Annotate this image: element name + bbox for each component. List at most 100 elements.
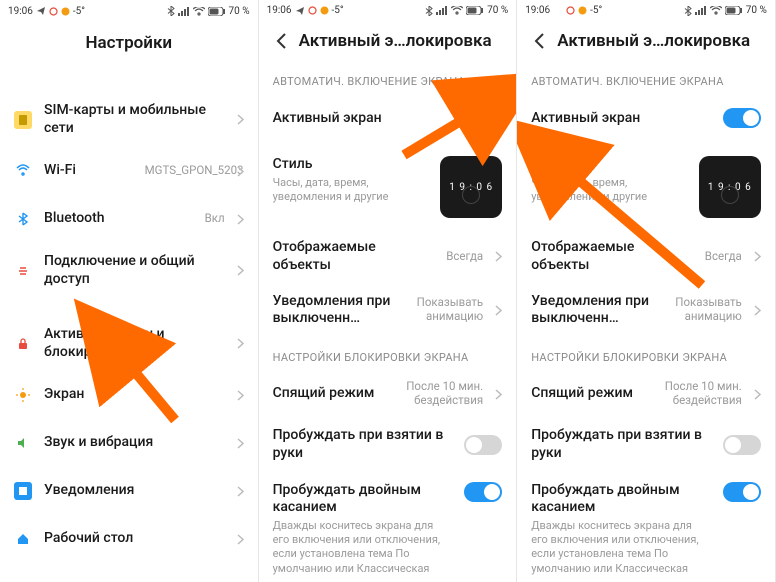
signal-icon (695, 6, 707, 15)
sound-icon (14, 434, 32, 452)
chevron-right-icon (237, 166, 244, 177)
objects-value: Всегда (705, 250, 742, 264)
row-aod-lock[interactable]: Активный экран и блокировка (0, 316, 258, 371)
row-label: Уведомления (44, 482, 225, 500)
chevron-right-icon (754, 389, 761, 400)
status-temp: -5° (590, 5, 602, 16)
chevron-right-icon (237, 114, 244, 125)
row-label: SIM-карты и мобильные сети (44, 102, 225, 137)
status-time: 19:06 (525, 5, 550, 16)
row-raise[interactable]: Пробуждать при взятии в руки (259, 418, 517, 472)
status-battery: 70 % (229, 6, 250, 17)
page-title: Активный э…локировка (299, 31, 492, 51)
aod-toggle[interactable] (723, 108, 761, 128)
battery-icon (466, 6, 484, 15)
battery-icon (725, 6, 743, 15)
aod-header: Активный э…локировка (259, 21, 517, 61)
objects-value: Всегда (446, 250, 483, 264)
wifi-icon (710, 6, 722, 15)
back-button[interactable] (529, 33, 549, 49)
raise-label: Пробуждать при взятии в руки (531, 427, 711, 462)
status-battery: 70 % (746, 5, 767, 16)
row-objects[interactable]: Отображаемые объекты Всегда (517, 230, 775, 284)
row-style[interactable]: Стиль Часы, дата, время, уведомления и д… (517, 142, 775, 229)
chevron-right-icon (237, 534, 244, 545)
back-button[interactable] (271, 33, 291, 49)
row-raise[interactable]: Пробуждать при взятии в руки (517, 418, 775, 472)
brightness-icon (14, 386, 32, 404)
notif-label: Уведомления при выключенн… (531, 293, 650, 328)
status-icon-2 (61, 7, 70, 16)
chevron-right-icon (237, 438, 244, 449)
row-double-tap[interactable]: Пробуждать двойным касанием Дважды косни… (517, 472, 775, 582)
chevron-right-icon (495, 389, 502, 400)
row-sleep[interactable]: Спящий режим После 10 мин. бездействия (517, 370, 775, 418)
status-bar: 19:06 -5° 70 % (259, 0, 517, 21)
signal-icon (436, 6, 448, 15)
chevron-right-icon (237, 214, 244, 225)
chevron-left-icon (276, 33, 286, 49)
row-objects[interactable]: Отображаемые объекты Всегда (259, 230, 517, 284)
row-sound[interactable]: Звук и вибрация (0, 419, 258, 467)
row-sim[interactable]: SIM-карты и мобильные сети (0, 92, 258, 147)
panel-aod-1: 19:06 -5° 70 % Активный э…локировка АВТО… (259, 0, 518, 582)
row-style[interactable]: Стиль Часы, дата, время, уведомления и д… (259, 142, 517, 229)
sim-icon (14, 111, 32, 129)
chevron-right-icon (237, 390, 244, 401)
status-temp: -5° (73, 6, 85, 17)
preview-clock-icon (721, 186, 739, 204)
page-title: Активный э…локировка (557, 31, 750, 51)
row-notif-off[interactable]: Уведомления при выключенн… Показывать ан… (259, 283, 517, 337)
row-display[interactable]: Экран (0, 371, 258, 419)
page-title: Настройки (12, 33, 246, 53)
style-preview: 1 9 : 0 6 (440, 156, 502, 218)
signal-icon (178, 7, 190, 16)
aod-label: Активный экран (273, 110, 453, 128)
double-sub: Дважды коснитесь экрана для его включени… (273, 519, 453, 576)
aod-toggle[interactable] (464, 108, 502, 128)
style-label: Стиль (273, 156, 429, 174)
style-sub: Часы, дата, время, уведомления и другие (273, 176, 429, 205)
section-auto-on: АВТОМАТИЧ. ВКЛЮЧЕНИЕ ЭКРАНА (259, 61, 517, 94)
aod-header: Активный э…локировка (517, 21, 775, 61)
row-wifi[interactable]: Wi-Fi MGTS_GPON_5203 (0, 147, 258, 195)
row-value: Вкл (205, 212, 225, 226)
notif-label: Уведомления при выключенн… (273, 293, 392, 328)
double-label: Пробуждать двойным касанием (531, 482, 711, 517)
raise-toggle[interactable] (723, 435, 761, 455)
battery-icon (208, 7, 226, 16)
double-label: Пробуждать двойным касанием (273, 482, 453, 517)
row-aod-toggle[interactable]: Активный экран (259, 94, 517, 142)
double-toggle[interactable] (723, 482, 761, 502)
wifi-icon (14, 162, 32, 180)
bluetooth-icon (167, 6, 175, 16)
chevron-right-icon (237, 265, 244, 276)
row-notif-off[interactable]: Уведомления при выключенн… Показывать ан… (517, 283, 775, 337)
row-sleep[interactable]: Спящий режим После 10 мин. бездействия (259, 370, 517, 418)
row-tethering[interactable]: Подключение и общий доступ (0, 243, 258, 298)
chevron-left-icon (534, 33, 544, 49)
style-preview: 1 9 : 0 6 (699, 156, 761, 218)
home-icon (14, 530, 32, 548)
row-bluetooth[interactable]: Bluetooth Вкл (0, 195, 258, 243)
lock-icon (14, 335, 32, 353)
panel-settings: 19:06 -5° 70 % Настройки SIM-карты и моб… (0, 0, 259, 582)
row-double-tap[interactable]: Пробуждать двойным касанием Дважды косни… (259, 472, 517, 582)
row-label: Рабочий стол (44, 530, 225, 548)
wifi-icon (451, 6, 463, 15)
raise-toggle[interactable] (464, 435, 502, 455)
row-label: Bluetooth (44, 210, 193, 228)
row-notifications[interactable]: Уведомления (0, 467, 258, 515)
status-icon-2 (320, 6, 329, 15)
double-sub: Дважды коснитесь экрана для его включени… (531, 519, 711, 576)
preview-clock-icon (462, 186, 480, 204)
row-home[interactable]: Рабочий стол (0, 515, 258, 563)
status-icon (308, 6, 317, 15)
status-bar: 19:06 -5° 70 % (0, 0, 258, 22)
row-aod-toggle[interactable]: Активный экран (517, 94, 775, 142)
double-toggle[interactable] (464, 482, 502, 502)
objects-label: Отображаемые объекты (273, 239, 435, 274)
notif-value: Показывать анимацию (662, 296, 742, 324)
chevron-right-icon (237, 338, 244, 349)
panel-aod-2: 19:06 -5° 70 % Активный э…локировка АВТО… (517, 0, 776, 582)
